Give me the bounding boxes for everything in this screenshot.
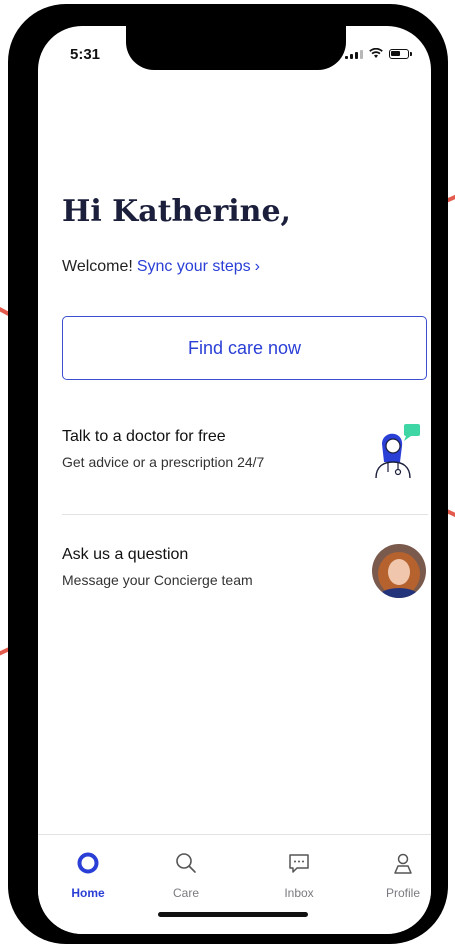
home-indicator bbox=[158, 912, 308, 917]
welcome-row: Welcome! Sync your steps › bbox=[62, 258, 260, 276]
chevron-right-icon[interactable]: › bbox=[255, 258, 260, 275]
tab-home[interactable]: Home bbox=[53, 851, 123, 900]
find-care-button[interactable]: Find care now bbox=[62, 316, 427, 380]
tab-bar: Home Care Inbox Profile bbox=[38, 834, 431, 934]
app-screen: 5:31 Hi Katherine, Welcome! Sync your ste… bbox=[38, 26, 431, 934]
notch bbox=[126, 26, 346, 70]
chat-bubble-icon bbox=[289, 854, 309, 873]
status-icons bbox=[345, 48, 412, 59]
search-icon bbox=[176, 853, 196, 873]
phone-frame: 5:31 Hi Katherine, Welcome! Sync your ste… bbox=[8, 4, 448, 944]
tab-label: Inbox bbox=[284, 886, 314, 900]
divider bbox=[62, 514, 428, 515]
battery-icon bbox=[389, 48, 412, 59]
tab-inbox[interactable]: Inbox bbox=[264, 851, 334, 900]
sync-steps-link[interactable]: Sync your steps bbox=[137, 258, 251, 275]
home-circle-icon bbox=[77, 852, 99, 874]
signal-icon bbox=[345, 49, 363, 59]
tab-care[interactable]: Care bbox=[151, 851, 221, 900]
wifi-icon bbox=[369, 48, 383, 58]
tab-label: Profile bbox=[385, 886, 420, 900]
welcome-text: Welcome! bbox=[62, 258, 133, 275]
greeting-heading: Hi Katherine, bbox=[62, 194, 291, 229]
concierge-avatar bbox=[372, 544, 426, 598]
tab-profile[interactable]: Profile bbox=[368, 851, 431, 900]
doctor-illustration-icon bbox=[375, 424, 420, 478]
tab-label: Home bbox=[71, 886, 105, 900]
tab-label: Care bbox=[172, 886, 199, 900]
person-icon bbox=[394, 853, 412, 874]
status-time: 5:31 bbox=[70, 46, 101, 63]
